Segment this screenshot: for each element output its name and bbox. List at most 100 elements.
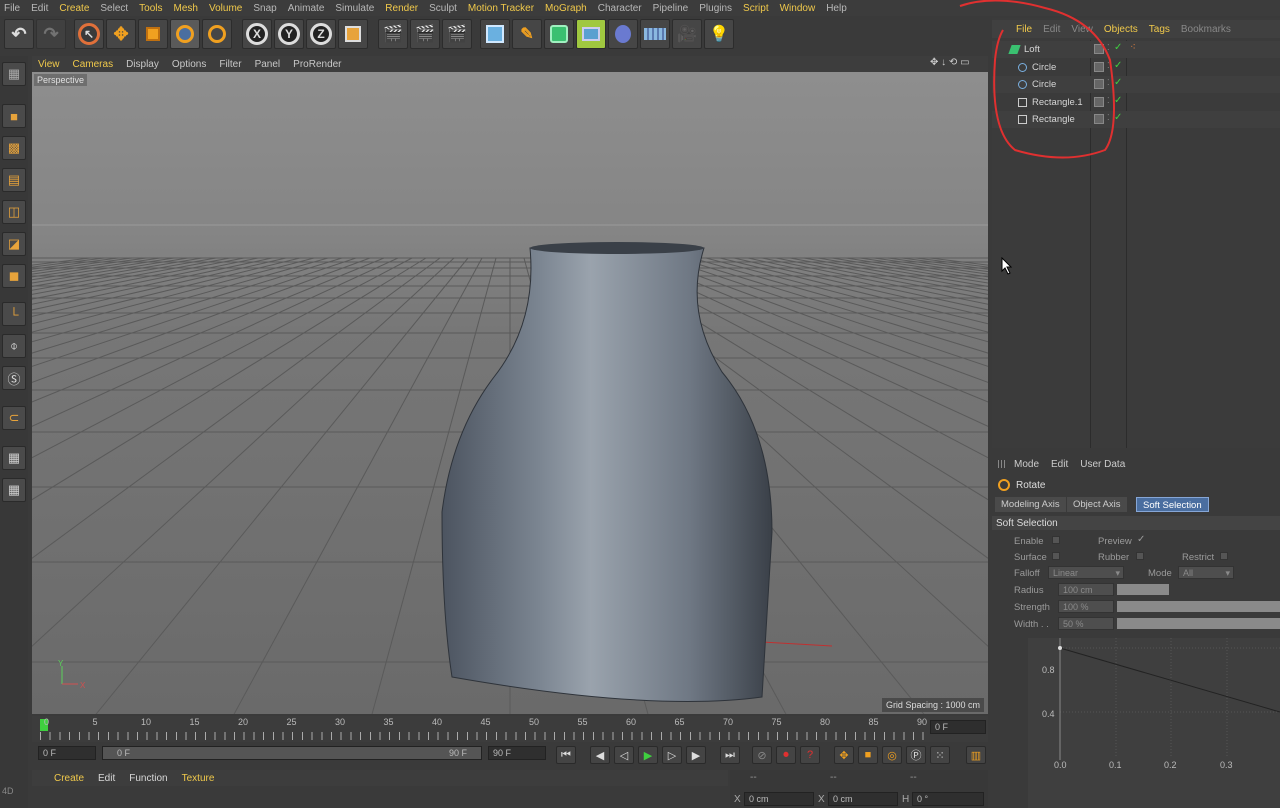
undo-button[interactable]: ↶ [4, 19, 34, 49]
viewport-camera-label[interactable]: Perspective [34, 74, 88, 86]
menu-volume[interactable]: Volume [209, 3, 242, 14]
previous-key-button[interactable]: ◀ [590, 746, 610, 764]
viewport-menu-filter[interactable]: Filter [219, 59, 241, 70]
coord-size-x-field[interactable]: 0 cm [828, 792, 898, 806]
next-key-button[interactable]: ▶ [686, 746, 706, 764]
go-to-end-button[interactable]: ⏭ [720, 746, 740, 764]
render-view-button[interactable]: 🎬 [378, 19, 408, 49]
timeline-ruler[interactable]: 0 5 10 15 20 25 30 35 40 45 50 55 60 65 70 75 80 85 90 [32, 716, 988, 742]
move-button[interactable]: ✥ [106, 19, 136, 49]
menu-simulate[interactable]: Simulate [335, 3, 374, 14]
curve-knot[interactable] [1058, 646, 1062, 650]
add-cube-button[interactable] [480, 19, 510, 49]
scale-button[interactable] [138, 19, 168, 49]
add-array-button[interactable] [576, 19, 606, 49]
make-editable-button[interactable]: ▦ [2, 62, 26, 86]
live-selection-button[interactable]: ↖ [74, 19, 104, 49]
viewport-menu-panel[interactable]: Panel [255, 59, 281, 70]
falloff-curve-graph[interactable]: 0.8 0.4 0.0 0.1 0.2 0.3 [1028, 638, 1280, 808]
tab-modeling-axis[interactable]: Modeling Axis [995, 497, 1066, 512]
rotate-button[interactable] [170, 19, 200, 49]
add-light-button[interactable]: 💡 [704, 19, 734, 49]
axis-mode-button[interactable]: └ [2, 302, 26, 326]
width-field[interactable]: 50 % [1058, 617, 1114, 630]
model-mode-button[interactable]: ■ [2, 104, 26, 128]
menu-help[interactable]: Help [826, 3, 847, 14]
perspective-viewport[interactable]: Y X Perspective Grid Spacing : 1000 cm [32, 72, 988, 714]
material-menu-texture[interactable]: Texture [182, 773, 215, 784]
enable-checkbox[interactable] [1052, 536, 1060, 544]
am-menu-edit[interactable]: Edit [1051, 459, 1068, 470]
om-menu-tags[interactable]: Tags [1149, 24, 1170, 35]
strength-slider[interactable] [1117, 601, 1280, 612]
menu-file[interactable]: File [4, 3, 20, 14]
mode-dropdown[interactable]: All ▾ [1178, 566, 1234, 579]
redo-button[interactable]: ↷ [36, 19, 66, 49]
z-axis-lock-button[interactable]: Z [306, 19, 336, 49]
edges-mode-button[interactable]: ◪ [2, 232, 26, 256]
menu-script[interactable]: Script [743, 3, 769, 14]
radius-slider[interactable] [1117, 584, 1169, 595]
menu-plugins[interactable]: Plugins [699, 3, 732, 14]
recent-tools-button[interactable] [202, 19, 232, 49]
record-keys-button[interactable]: ⊘ [752, 746, 772, 764]
preview-range-slider[interactable]: 0 F 90 F [102, 746, 482, 760]
menu-sculpt[interactable]: Sculpt [429, 3, 457, 14]
falloff-dropdown[interactable]: Linear ▾ [1048, 566, 1124, 579]
restrict-checkbox[interactable] [1220, 552, 1228, 560]
planar-workplane-button[interactable]: ▦ [2, 478, 26, 502]
om-menu-bookmarks[interactable]: Bookmarks [1181, 24, 1231, 35]
menu-pipeline[interactable]: Pipeline [653, 3, 689, 14]
start-frame-field[interactable]: 0 F [38, 746, 96, 760]
add-spline-pen-button[interactable]: ✎ [512, 19, 542, 49]
material-menu-edit[interactable]: Edit [98, 773, 115, 784]
polygons-mode-button[interactable]: ◼ [2, 264, 26, 288]
texture-mode-button[interactable]: ▩ [2, 136, 26, 160]
rubber-checkbox[interactable] [1136, 552, 1144, 560]
menu-edit[interactable]: Edit [31, 3, 48, 14]
points-mode-button[interactable]: ◫ [2, 200, 26, 224]
menu-mograph[interactable]: MoGraph [545, 3, 587, 14]
menu-window[interactable]: Window [780, 3, 816, 14]
coord-h-field[interactable]: 0 ° [912, 792, 984, 806]
viewport-menu-view[interactable]: View [38, 59, 60, 70]
snap-button[interactable]: ⊂ [2, 406, 26, 430]
radius-field[interactable]: 100 cm [1058, 583, 1114, 596]
preview-checkbox[interactable]: ✓ [1137, 534, 1145, 545]
render-picture-viewer-button[interactable]: 🎬 [410, 19, 440, 49]
timeline-window-button[interactable]: ▥ [966, 746, 986, 764]
tab-soft-selection[interactable]: Soft Selection [1136, 497, 1209, 512]
x-axis-lock-button[interactable]: X [242, 19, 272, 49]
menu-mesh[interactable]: Mesh [174, 3, 198, 14]
menu-select[interactable]: Select [100, 3, 128, 14]
viewport-menu-prorender[interactable]: ProRender [293, 59, 341, 70]
key-scale-button[interactable]: ■ [858, 746, 878, 764]
keyframe-selection-button[interactable]: ? [800, 746, 820, 764]
add-subdivision-button[interactable] [544, 19, 574, 49]
add-camera-button[interactable]: 🎥 [672, 19, 702, 49]
am-menu-user-data[interactable]: User Data [1080, 459, 1125, 470]
key-pla-button[interactable]: ⁙ [930, 746, 950, 764]
render-settings-button[interactable]: 🎬 [442, 19, 472, 49]
menu-motion-tracker[interactable]: Motion Tracker [468, 3, 534, 14]
menu-tools[interactable]: Tools [139, 3, 162, 14]
workplane-mode-button[interactable]: ▤ [2, 168, 26, 192]
menu-render[interactable]: Render [385, 3, 418, 14]
current-frame-field[interactable]: 0 F [930, 720, 986, 734]
locked-workplane-button[interactable]: ▦ [2, 446, 26, 470]
coordinate-system-button[interactable] [338, 19, 368, 49]
tweak-mode-button[interactable]: ⌽ [2, 334, 26, 358]
menu-snap[interactable]: Snap [253, 3, 276, 14]
coord-x-field[interactable]: 0 cm [744, 792, 814, 806]
add-floor-button[interactable] [640, 19, 670, 49]
material-menu-create[interactable]: Create [54, 773, 84, 784]
key-position-button[interactable]: ✥ [834, 746, 854, 764]
viewport-menu-display[interactable]: Display [126, 59, 159, 70]
width-slider[interactable] [1117, 618, 1280, 629]
tab-object-axis[interactable]: Object Axis [1067, 497, 1127, 512]
material-manager-panel[interactable] [32, 786, 728, 808]
surface-checkbox[interactable] [1052, 552, 1060, 560]
material-menu-function[interactable]: Function [129, 773, 167, 784]
viewport-menu-options[interactable]: Options [172, 59, 206, 70]
strength-field[interactable]: 100 % [1058, 600, 1114, 613]
